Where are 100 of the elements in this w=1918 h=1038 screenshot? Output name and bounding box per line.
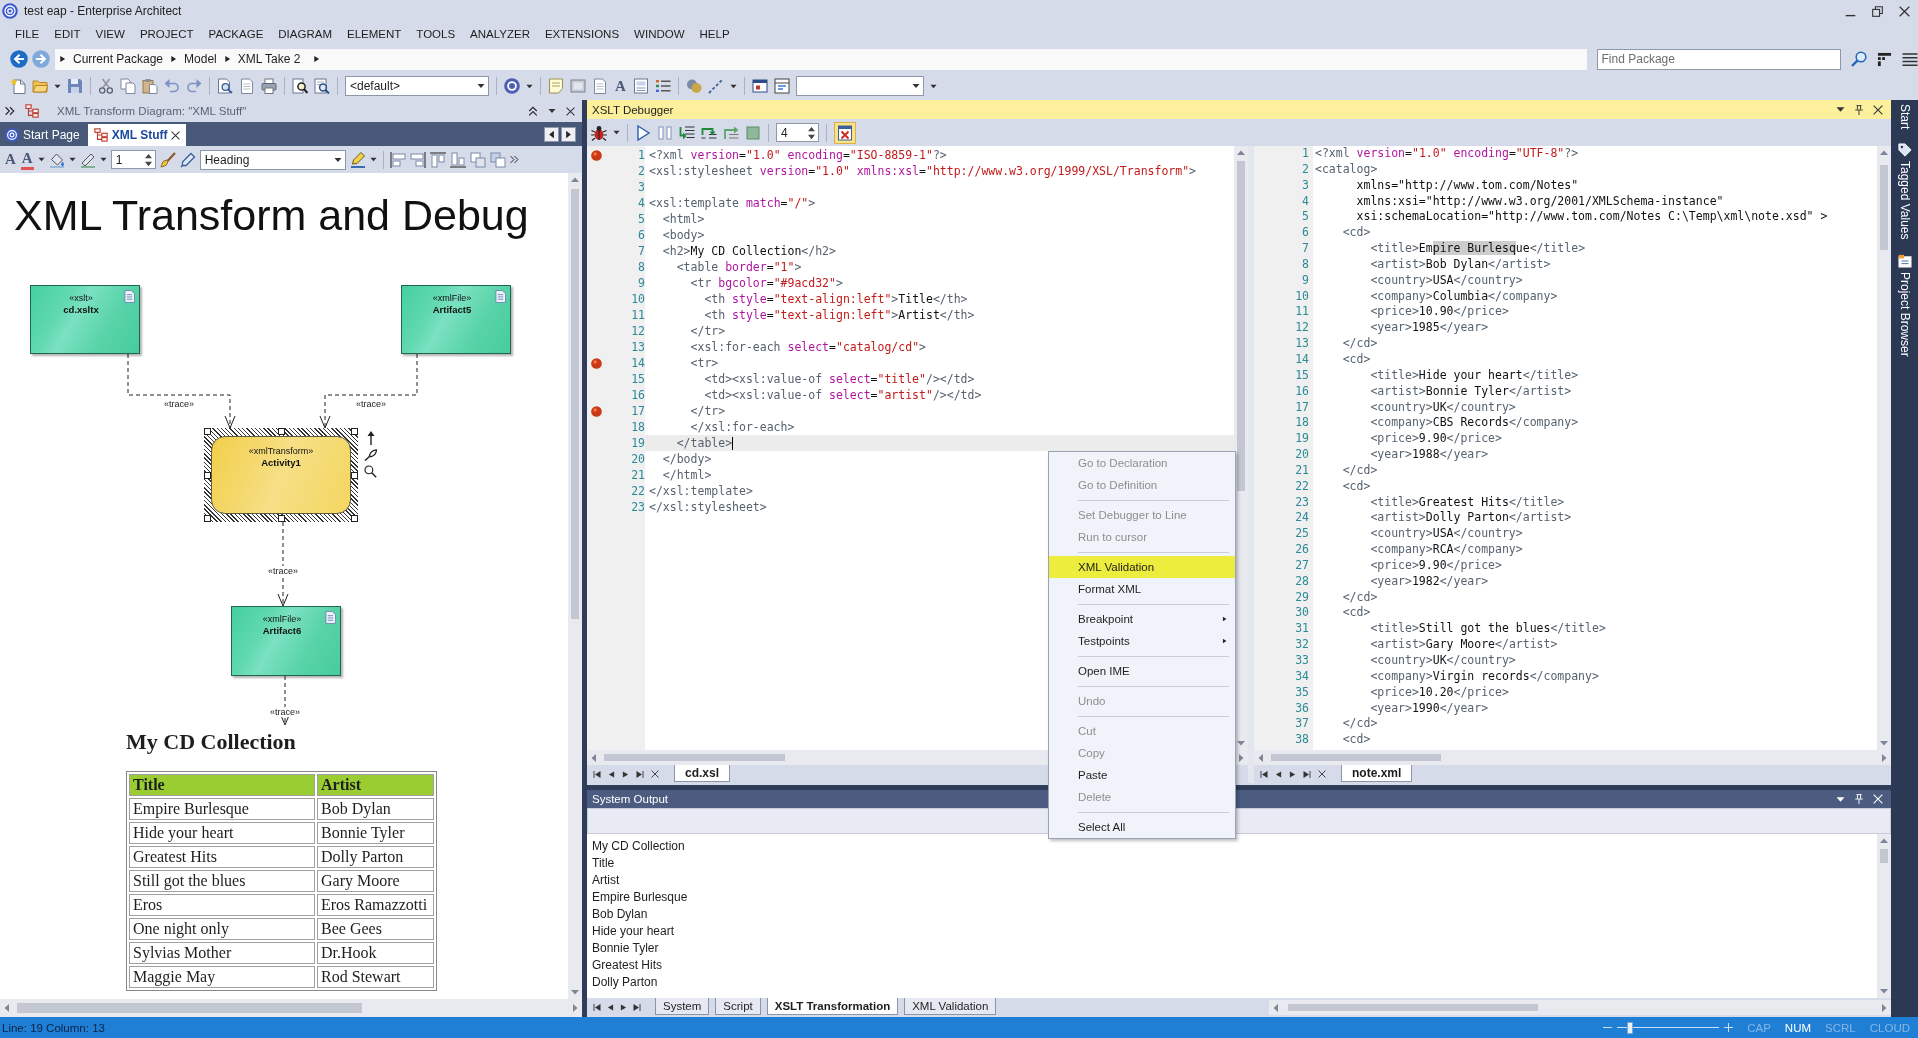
scroll-up-icon[interactable] (571, 176, 579, 184)
diagram-tab[interactable]: Start Page (3, 124, 86, 146)
dropdown-caret-icon[interactable] (729, 82, 737, 90)
resize-handle[interactable] (204, 428, 211, 435)
scroll-left-icon[interactable] (590, 753, 598, 762)
breakpoint-icon[interactable] (590, 405, 602, 417)
scrollbar-thumb[interactable] (1288, 1004, 1538, 1011)
scroll-left-icon[interactable] (1272, 1003, 1280, 1012)
output-tab[interactable]: XSLT Transformation (766, 998, 899, 1015)
dialog-icon[interactable] (773, 78, 790, 94)
tab-right-icon[interactable] (561, 126, 576, 142)
layout-icon[interactable] (1877, 51, 1892, 67)
resize-handle[interactable] (351, 428, 358, 435)
text-page-icon[interactable] (632, 78, 649, 94)
vertical-scrollbar[interactable] (1234, 146, 1248, 750)
note-icon[interactable] (548, 78, 564, 94)
dropdown-caret-icon[interactable] (369, 156, 377, 163)
close-icon[interactable] (1873, 104, 1883, 115)
scrollbar-thumb[interactable] (1237, 161, 1245, 491)
resize-handle[interactable] (204, 515, 211, 522)
align-left-icon[interactable] (389, 151, 406, 168)
menu-bar-item[interactable]: ELEMENT (344, 26, 405, 42)
menu-bar-item[interactable]: DIAGRAM (275, 26, 335, 42)
next-icon[interactable] (620, 1003, 627, 1012)
breadcrumb-item[interactable]: XML Take 2 (237, 52, 301, 66)
vertical-scrollbar[interactable] (1877, 146, 1891, 750)
breadcrumb-bar[interactable]: Current Package Model XML Take 2 (55, 48, 1587, 70)
last-icon[interactable] (636, 769, 644, 779)
dropdown-caret-icon[interactable] (477, 82, 485, 90)
list-icon[interactable] (654, 78, 671, 94)
scroll-down-icon[interactable] (571, 988, 579, 996)
previous-icon[interactable] (1275, 769, 1282, 779)
menu-bar-item[interactable]: ANALYZER (467, 26, 533, 42)
scroll-up-icon[interactable] (1237, 149, 1245, 157)
side-tab[interactable]: Project Browser (1897, 253, 1912, 357)
horizontal-scrollbar[interactable] (1269, 1000, 1891, 1015)
vertical-scrollbar[interactable] (568, 173, 582, 999)
restore-icon[interactable] (1872, 5, 1883, 17)
page-search-icon[interactable] (314, 78, 330, 94)
first-icon[interactable] (1260, 769, 1268, 779)
find-package-field[interactable]: Find Package (1596, 48, 1841, 70)
resize-handle[interactable] (204, 471, 211, 479)
help-icon[interactable] (504, 78, 520, 94)
scroll-down-icon[interactable] (1880, 987, 1888, 995)
page-magnifier-icon[interactable] (217, 78, 233, 94)
font-color-button[interactable]: A (20, 149, 34, 170)
output-tab[interactable]: XML Validation (904, 998, 997, 1015)
breadcrumb-arrow-icon[interactable] (313, 55, 321, 63)
scroll-right-icon[interactable] (1880, 753, 1888, 762)
dashed-line-icon[interactable] (707, 78, 724, 94)
menu-bar-item[interactable]: PROJECT (136, 26, 197, 42)
first-icon[interactable] (593, 1003, 601, 1012)
dropdown-caret-icon[interactable] (526, 82, 533, 90)
scroll-up-icon[interactable] (1880, 837, 1888, 845)
scroll-down-icon[interactable] (1237, 739, 1245, 747)
find-icon[interactable] (292, 78, 308, 94)
previous-icon[interactable] (607, 1003, 614, 1012)
font-button[interactable]: A (4, 151, 17, 168)
menu-item[interactable]: Paste (1049, 764, 1235, 786)
slider-thumb[interactable] (1626, 1021, 1633, 1034)
close-icon[interactable] (1899, 5, 1910, 17)
scrollbar-thumb[interactable] (604, 754, 785, 761)
menu-item[interactable]: Select All (1049, 816, 1235, 838)
last-icon[interactable] (1303, 769, 1311, 779)
scrollbar-thumb[interactable] (1880, 849, 1888, 863)
line-color-icon[interactable] (79, 151, 96, 168)
spin-arrows-icon[interactable] (144, 152, 152, 167)
overlap-icon[interactable] (489, 151, 506, 168)
zoom-in-icon[interactable] (1724, 1023, 1734, 1032)
text-style-dropdown[interactable]: Heading (199, 149, 346, 170)
dropdown-caret-icon[interactable] (1836, 105, 1845, 114)
dropdown-caret-icon[interactable] (37, 156, 45, 163)
overflow-chevron-icon[interactable] (509, 155, 519, 164)
resize-handle[interactable] (351, 471, 358, 479)
next-icon[interactable] (1289, 769, 1296, 779)
close-icon[interactable] (566, 106, 575, 116)
resize-handle[interactable] (351, 515, 358, 522)
pencil-icon[interactable] (349, 151, 366, 168)
resize-handle[interactable] (277, 428, 285, 435)
breadcrumb-arrow-icon[interactable] (59, 55, 66, 63)
close-icon[interactable] (171, 130, 181, 140)
align-bottom-icon[interactable] (449, 151, 466, 168)
resize-handle[interactable] (277, 515, 285, 522)
scrollbar-thumb[interactable] (17, 1003, 362, 1013)
file-tab[interactable]: note.xml (1341, 765, 1413, 782)
dropdown-caret-icon[interactable] (54, 82, 61, 90)
breadcrumb-arrow-icon[interactable] (170, 55, 178, 63)
line-width-spinner[interactable]: 1 (110, 150, 156, 169)
tab-left-icon[interactable] (544, 126, 559, 142)
copy-icon[interactable] (120, 78, 136, 94)
menu-bar-item[interactable]: FILE (12, 26, 43, 42)
scroll-up-icon[interactable] (1880, 149, 1888, 157)
dropdown-caret-icon[interactable] (333, 155, 342, 164)
pin-icon[interactable] (1854, 104, 1864, 115)
font-button[interactable]: A (614, 77, 627, 95)
side-tab[interactable]: Start (1897, 104, 1912, 130)
menu-bar-item[interactable]: EXTENSIONS (541, 26, 623, 42)
output-tab[interactable]: Script (715, 998, 761, 1015)
menu-item[interactable]: Breakpoint (1049, 608, 1235, 630)
breadcrumb-item[interactable]: Current Package (73, 52, 164, 66)
